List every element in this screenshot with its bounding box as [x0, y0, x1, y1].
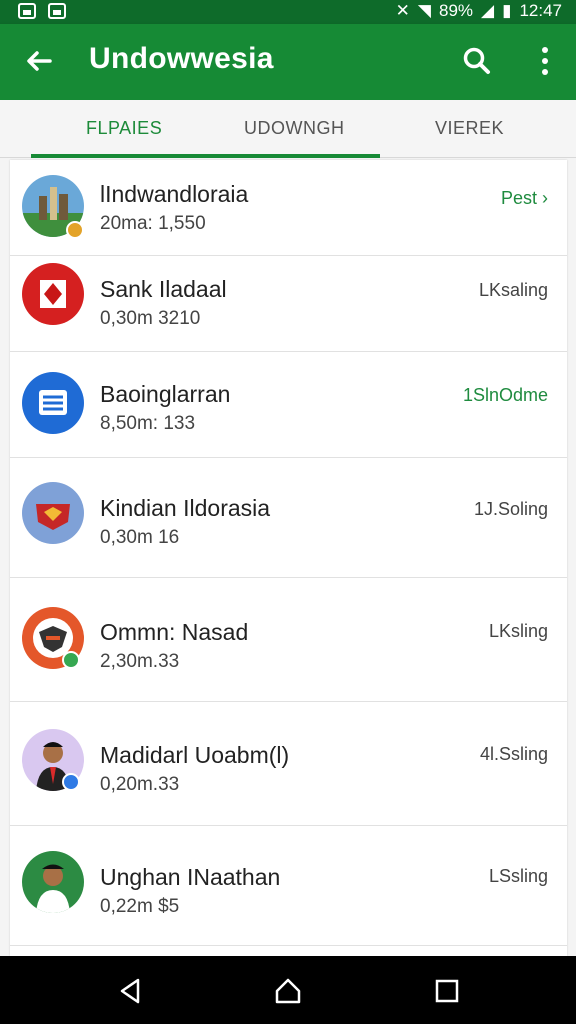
item-action[interactable]: 4l.Ssling: [480, 744, 548, 765]
search-icon[interactable]: [460, 44, 494, 78]
list-item[interactable]: Baoinglarran 8,50m: 133 1SlnOdme: [10, 352, 567, 458]
navigation-bar: [0, 956, 576, 1024]
item-name: lIndwandloraia: [100, 181, 249, 207]
status-bar: ✕ ◥ 89% ◢ ▮ 12:47: [0, 0, 576, 24]
verified-badge-icon: [62, 773, 80, 791]
item-action[interactable]: 1SlnOdme: [463, 385, 548, 406]
item-meta: 0,30m 16: [100, 527, 180, 548]
verified-badge-icon: [66, 221, 84, 239]
more-options-icon[interactable]: [532, 44, 558, 78]
tab-flpaies[interactable]: FLPAIES: [86, 118, 162, 139]
list-item[interactable]: Kindian Ildorasia 0,30m 16 1J.Soling: [10, 458, 567, 578]
home-icon[interactable]: [273, 976, 303, 1006]
item-name: Madidarl Uoabm(l): [100, 742, 290, 768]
list-item[interactable]: Unghan INaathan 0,22m $5 LSsling: [10, 826, 567, 946]
back-arrow-icon[interactable]: [22, 44, 56, 78]
item-action[interactable]: 1J.Soling: [474, 499, 548, 520]
item-meta: 0,20m.33: [100, 774, 180, 795]
signal-icon: ◢: [481, 1, 495, 20]
item-name: Ommn: Nasad: [100, 619, 249, 645]
tab-vierek[interactable]: VIEREK: [435, 118, 504, 139]
recent-apps-icon[interactable]: [432, 976, 462, 1006]
back-icon[interactable]: [116, 976, 146, 1006]
channel-list: lIndwandloraia 20ma: 1,550 Pest › Sank I…: [10, 160, 567, 956]
notification-icons: [18, 3, 66, 19]
item-name: Baoinglarran: [100, 381, 231, 407]
avatar: [22, 372, 84, 434]
list-item[interactable]: lIndwandloraia 20ma: 1,550 Pest ›: [10, 160, 567, 256]
item-meta: 8,50m: 133: [100, 413, 196, 434]
avatar: [22, 851, 84, 913]
item-name: Sank Iladaal: [100, 276, 227, 302]
time: 12:47: [519, 1, 562, 20]
mute-icon: ✕: [395, 1, 410, 20]
battery-icon: ▮: [502, 1, 512, 20]
verified-badge-icon: [62, 651, 80, 669]
item-name: Unghan INaathan: [100, 864, 281, 890]
item-action[interactable]: LKsling: [489, 621, 548, 642]
list-item[interactable]: Sank Iladaal 0,30m 3210 LKsaling: [10, 256, 567, 352]
item-name: Kindian Ildorasia: [100, 495, 271, 521]
status-right: ✕ ◥ 89% ◢ ▮ 12:47: [396, 1, 562, 21]
app-bar: Undowwesia: [0, 24, 576, 100]
item-action[interactable]: LSsling: [489, 866, 548, 887]
avatar: [22, 263, 84, 325]
photo-notification-icon: [18, 3, 36, 19]
calendar-notification-icon: [48, 3, 66, 19]
item-meta: 0,30m 3210: [100, 308, 201, 329]
list-item[interactable]: Madidarl Uoabm(l) 0,20m.33 4l.Ssling: [10, 702, 567, 826]
battery-percent: 89%: [438, 1, 474, 20]
wifi-icon: ◥: [417, 1, 431, 20]
item-meta: 2,30m.33: [100, 651, 180, 672]
avatar: [22, 482, 84, 544]
list-item[interactable]: Ommn: Nasad 2,30m.33 LKsling: [10, 578, 567, 702]
active-tab-indicator: [31, 154, 380, 158]
item-meta: 20ma: 1,550: [100, 213, 206, 234]
tab-udowngh[interactable]: UDOWNGH: [244, 118, 345, 139]
app-title: Undowwesia: [89, 42, 274, 75]
tab-bar: FLPAIES UDOWNGH VIEREK: [0, 100, 576, 158]
item-meta: 0,22m $5: [100, 896, 180, 917]
item-action[interactable]: Pest ›: [501, 188, 548, 209]
item-action[interactable]: LKsaling: [479, 280, 548, 301]
